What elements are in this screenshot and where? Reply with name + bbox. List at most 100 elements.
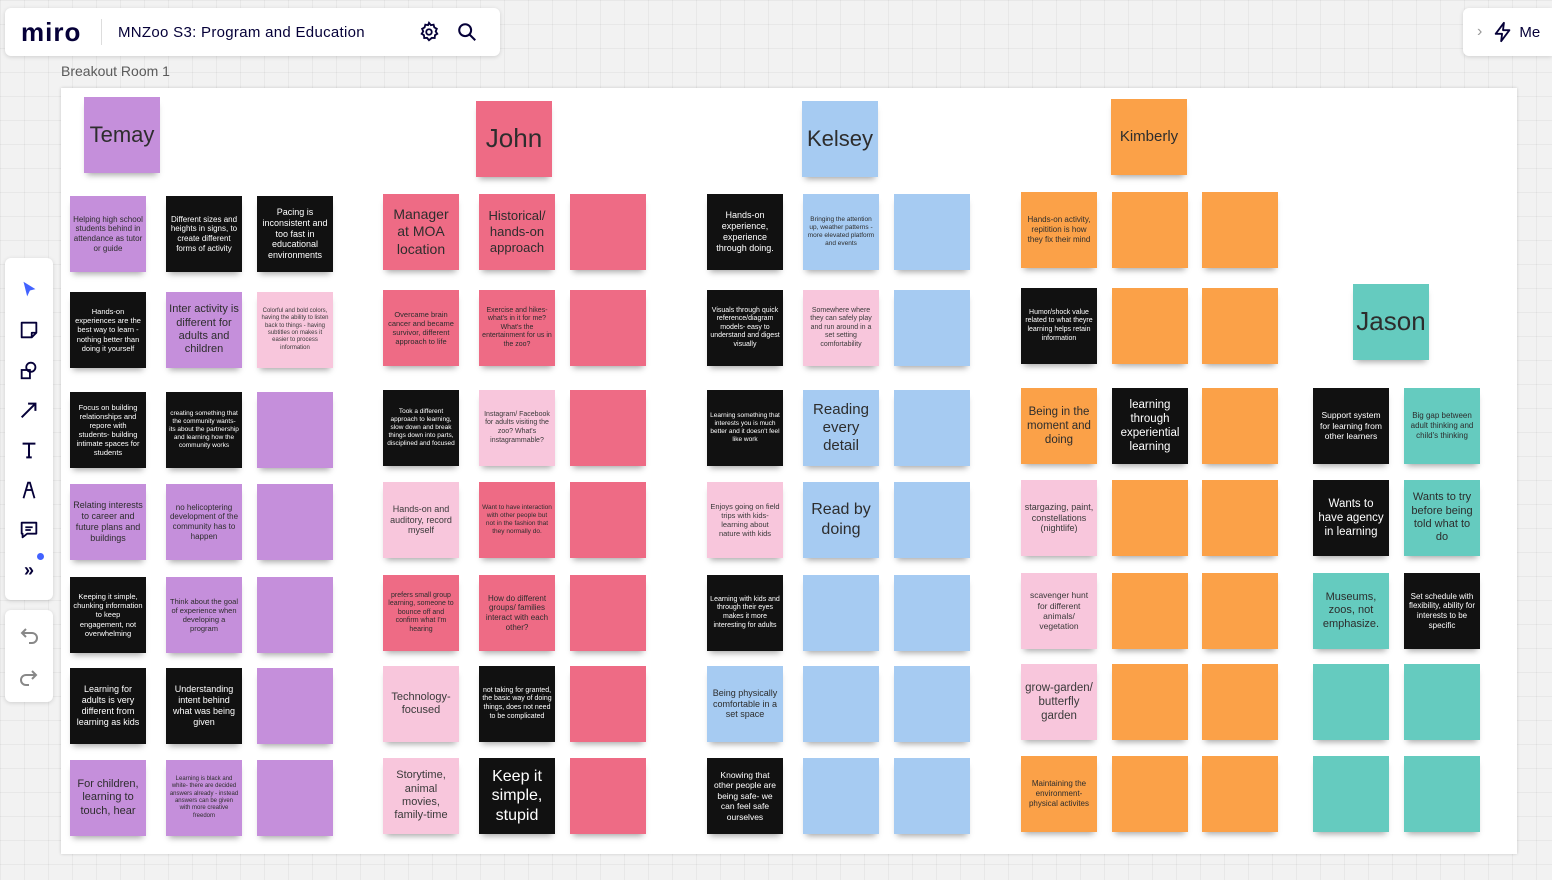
sticky-note[interactable]: Hands-on activity, repitition is how the… bbox=[1021, 192, 1097, 268]
sticky-note[interactable]: Reading every detail bbox=[803, 390, 879, 466]
sticky-note-empty[interactable] bbox=[803, 758, 879, 834]
sticky-note[interactable]: Maintaining the environment- physical ac… bbox=[1021, 756, 1097, 832]
undo-icon[interactable] bbox=[17, 623, 41, 647]
sticky-note[interactable]: Pacing is inconsistent and too fast in e… bbox=[257, 196, 333, 272]
sticky-note[interactable]: Different sizes and heights in signs, to… bbox=[166, 196, 242, 272]
sticky-note-empty[interactable] bbox=[1404, 664, 1480, 740]
sticky-note-icon[interactable] bbox=[17, 318, 41, 342]
sticky-note[interactable]: Overcame brain cancer and became survivo… bbox=[383, 290, 459, 366]
sticky-note-empty[interactable] bbox=[803, 666, 879, 742]
miro-logo[interactable]: miro bbox=[21, 17, 85, 48]
pen-icon[interactable] bbox=[17, 478, 41, 502]
sticky-note-empty[interactable] bbox=[1202, 664, 1278, 740]
sticky-note[interactable]: Focus on building relationships and repo… bbox=[70, 392, 146, 468]
sticky-note[interactable]: Bringing the attention up, weather patte… bbox=[803, 194, 879, 270]
more-tools-icon[interactable]: » bbox=[17, 558, 41, 582]
sticky-note[interactable]: Learning with kids and through their eye… bbox=[707, 575, 783, 651]
sticky-note-empty[interactable] bbox=[1112, 573, 1188, 649]
shapes-icon[interactable] bbox=[17, 358, 41, 382]
sticky-note[interactable]: Relating interests to career and future … bbox=[70, 484, 146, 560]
sticky-note[interactable]: Support system for learning from other l… bbox=[1313, 388, 1389, 464]
header-note-kimberly[interactable]: Kimberly bbox=[1111, 99, 1187, 175]
sticky-note[interactable]: Technology-focused bbox=[383, 666, 459, 742]
select-tool-icon[interactable] bbox=[17, 278, 41, 302]
sticky-note-empty[interactable] bbox=[894, 390, 970, 466]
sticky-note-empty[interactable] bbox=[1112, 192, 1188, 268]
sticky-note-empty[interactable] bbox=[257, 484, 333, 560]
sticky-note[interactable]: no helicoptering development of the comm… bbox=[166, 484, 242, 560]
sticky-note-empty[interactable] bbox=[570, 390, 646, 466]
sticky-note[interactable]: Inter activity is different for adults a… bbox=[166, 292, 242, 368]
sticky-note[interactable]: learning through experiential learning bbox=[1112, 388, 1188, 464]
sticky-note[interactable]: scavenger hunt for different animals/ ve… bbox=[1021, 573, 1097, 649]
sticky-note-empty[interactable] bbox=[803, 575, 879, 651]
sticky-note-empty[interactable] bbox=[570, 482, 646, 558]
sticky-note[interactable]: Keep it simple, stupid bbox=[479, 758, 555, 834]
sticky-note-empty[interactable] bbox=[894, 666, 970, 742]
sticky-note[interactable]: Set schedule with flexibility, ability f… bbox=[1404, 573, 1480, 649]
comment-icon[interactable] bbox=[17, 518, 41, 542]
header-note-temay[interactable]: Temay bbox=[84, 97, 160, 173]
sticky-note[interactable]: Read by doing bbox=[803, 482, 879, 558]
sticky-note[interactable]: Keeping it simple, chunking information … bbox=[70, 577, 146, 653]
sticky-note[interactable]: Being physically comfortable in a set sp… bbox=[707, 666, 783, 742]
sticky-note[interactable]: Historical/ hands-on approach bbox=[479, 194, 555, 270]
sticky-note-empty[interactable] bbox=[570, 758, 646, 834]
sticky-note[interactable]: Exercise and hikes- what's in it for me?… bbox=[479, 290, 555, 366]
sticky-note-empty[interactable] bbox=[1313, 664, 1389, 740]
sticky-note-empty[interactable] bbox=[1313, 756, 1389, 832]
sticky-note-empty[interactable] bbox=[1112, 480, 1188, 556]
search-icon[interactable] bbox=[455, 20, 479, 44]
header-note-jason[interactable]: Jason bbox=[1353, 284, 1429, 360]
sticky-note-empty[interactable] bbox=[1404, 756, 1480, 832]
sticky-note[interactable]: Instagram/ Facebook for adults visiting … bbox=[479, 390, 555, 466]
sticky-note-empty[interactable] bbox=[894, 482, 970, 558]
sticky-note[interactable]: Somewhere where they can safely play and… bbox=[803, 290, 879, 366]
sticky-note-empty[interactable] bbox=[1202, 573, 1278, 649]
frame-label[interactable]: Breakout Room 1 bbox=[61, 63, 170, 79]
sticky-note[interactable]: grow-garden/ butterfly garden bbox=[1021, 664, 1097, 740]
sticky-note-empty[interactable] bbox=[1112, 664, 1188, 740]
sticky-note-empty[interactable] bbox=[1112, 756, 1188, 832]
sticky-note[interactable]: Hands-on experience, experience through … bbox=[707, 194, 783, 270]
chevron-right-icon[interactable]: › bbox=[1477, 23, 1482, 41]
sticky-note[interactable]: Visuals through quick reference/diagram … bbox=[707, 290, 783, 366]
sticky-note[interactable]: Helping high school students behind in a… bbox=[70, 196, 146, 272]
sticky-note-empty[interactable] bbox=[257, 760, 333, 836]
sticky-note[interactable]: Wants to have agency in learning bbox=[1313, 480, 1389, 556]
header-note-kelsey[interactable]: Kelsey bbox=[802, 101, 878, 177]
sticky-note[interactable]: creating something that the community wa… bbox=[166, 392, 242, 468]
bolt-icon[interactable] bbox=[1492, 21, 1514, 43]
sticky-note-empty[interactable] bbox=[257, 668, 333, 744]
sticky-note[interactable]: prefers small group learning, someone to… bbox=[383, 575, 459, 651]
sticky-note[interactable]: Wants to try before being told what to d… bbox=[1404, 480, 1480, 556]
sticky-note[interactable]: Understanding intent behind what was bei… bbox=[166, 668, 242, 744]
right-panel-label[interactable]: Me bbox=[1519, 24, 1540, 41]
sticky-note-empty[interactable] bbox=[1202, 192, 1278, 268]
sticky-note[interactable]: Manager at MOA location bbox=[383, 194, 459, 270]
sticky-note-empty[interactable] bbox=[894, 575, 970, 651]
sticky-note[interactable]: Museums, zoos, not emphasize. bbox=[1313, 573, 1389, 649]
sticky-note[interactable]: stargazing, paint, constellations (night… bbox=[1021, 480, 1097, 556]
sticky-note[interactable]: Learning is black and white- there are d… bbox=[166, 760, 242, 836]
sticky-note-empty[interactable] bbox=[257, 392, 333, 468]
sticky-note-empty[interactable] bbox=[570, 290, 646, 366]
sticky-note-empty[interactable] bbox=[570, 194, 646, 270]
text-icon[interactable] bbox=[17, 438, 41, 462]
sticky-note[interactable]: not taking for granted, the basic way of… bbox=[479, 666, 555, 742]
sticky-note-empty[interactable] bbox=[894, 758, 970, 834]
sticky-note-empty[interactable] bbox=[570, 666, 646, 742]
sticky-note[interactable]: Think about the goal of experience when … bbox=[166, 577, 242, 653]
sticky-note[interactable]: Humor/shock value related to what theyre… bbox=[1021, 288, 1097, 364]
sticky-note-empty[interactable] bbox=[1202, 756, 1278, 832]
sticky-note-empty[interactable] bbox=[1112, 288, 1188, 364]
sticky-note[interactable]: Enjoys going on field trips with kids- l… bbox=[707, 482, 783, 558]
sticky-note[interactable]: Took a different approach to learning, s… bbox=[383, 390, 459, 466]
line-arrow-icon[interactable] bbox=[17, 398, 41, 422]
sticky-note-empty[interactable] bbox=[570, 575, 646, 651]
sticky-note[interactable]: How do different groups/ families intera… bbox=[479, 575, 555, 651]
sticky-note[interactable]: Want to have interaction with other peop… bbox=[479, 482, 555, 558]
sticky-note[interactable]: For children, learning to touch, hear bbox=[70, 760, 146, 836]
sticky-note-empty[interactable] bbox=[1202, 288, 1278, 364]
sticky-note-empty[interactable] bbox=[1202, 388, 1278, 464]
